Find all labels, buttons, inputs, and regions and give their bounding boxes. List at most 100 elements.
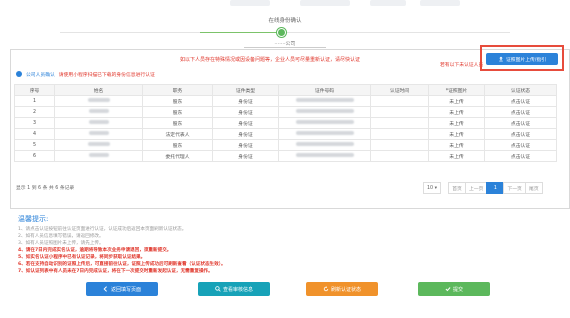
cell-id-number-redacted <box>278 117 371 129</box>
tip-line: 2、如有人员信息填写错误，请返回修改。 <box>18 234 104 239</box>
table-row: 3 股东 身份证 未上传 点击认证 <box>14 117 557 129</box>
cell-id-number-redacted <box>278 95 371 107</box>
cell-status-link[interactable]: 点击认证 <box>484 139 557 151</box>
cell-id-type: 身份证 <box>212 95 279 107</box>
current-page-button[interactable]: 1 <box>486 182 505 194</box>
first-page-button[interactable]: 首页 <box>448 182 467 194</box>
cell-no: 2 <box>14 106 55 118</box>
company-name: ·······公司 <box>244 40 326 48</box>
cell-name-redacted <box>54 95 143 107</box>
page-size-value: 10 <box>427 185 434 191</box>
pager-info: 显示 1 到 6 条 共 6 条记录 <box>16 186 75 191</box>
table-row: 4 法定代表人 身份证 未上传 点击认证 <box>14 128 557 140</box>
cell-no: 4 <box>14 128 55 140</box>
cell-role: 股东 <box>142 139 213 151</box>
upload-icon <box>499 56 503 62</box>
faded-header-block <box>230 0 270 6</box>
cell-id-number-redacted <box>278 139 371 151</box>
table-row: 1 股东 身份证 未上传 点击认证 <box>14 95 557 107</box>
search-icon <box>215 286 221 292</box>
step-progress-bar: 在线身份确认 <box>0 0 570 40</box>
tip-line-important: 4、请在7日内完成实名认证，逾期将导致本次业务申请退回，须重新提交。 <box>18 248 172 253</box>
last-page-button[interactable]: 尾页 <box>524 182 543 194</box>
step-label: 在线身份确认 <box>268 18 302 24</box>
col-header-photo: *证照图片 <box>428 84 485 96</box>
cell-role: 法定代表人 <box>142 128 213 140</box>
cell-status-link[interactable]: 点击认证 <box>484 117 557 129</box>
cell-name-redacted <box>54 150 143 162</box>
page-size-select[interactable]: 10 ▾ <box>423 182 442 194</box>
cell-auth-time <box>370 139 429 151</box>
cell-id-type: 身份证 <box>212 106 279 118</box>
cell-id-type: 身份证 <box>212 117 279 129</box>
cell-no: 1 <box>14 95 55 107</box>
cell-name-redacted <box>54 106 143 118</box>
cell-no: 5 <box>14 139 55 151</box>
cell-photo: 未上传 <box>428 117 485 129</box>
upload-photo-button[interactable]: 证照图片上传/指引 <box>486 53 558 65</box>
back-to-edit-label: 返回填写页面 <box>110 286 141 293</box>
col-header-id-number: 证件号码 <box>278 84 371 96</box>
prev-page-button[interactable]: 上一页 <box>465 182 488 194</box>
view-review-label: 查看审核信息 <box>222 286 253 293</box>
cell-auth-time <box>370 95 429 107</box>
step-track-done <box>200 32 280 33</box>
tip-line: 1、请点击认证按钮前往认证页面进行认证，认证成功后返回本页面刷新认证状态。 <box>18 227 187 232</box>
cell-status-link[interactable]: 点击认证 <box>484 150 557 162</box>
cell-auth-time <box>370 106 429 118</box>
cell-status-link[interactable]: 点击认证 <box>484 95 557 107</box>
cell-id-type: 身份证 <box>212 150 279 162</box>
cell-photo: 未上传 <box>428 106 485 118</box>
tip-line-important: 7、如认证列表中有人员未在7日内完成认证，将在下一次提交时重新发起认证，无需重复… <box>18 269 213 274</box>
cell-status-link[interactable]: 点击认证 <box>484 106 557 118</box>
cell-id-type: 身份证 <box>212 128 279 140</box>
cell-no: 3 <box>14 117 55 129</box>
cell-role: 股东 <box>142 106 213 118</box>
legend-text: 公司人员确认 <box>26 72 55 78</box>
cell-role: 股东 <box>142 117 213 129</box>
upload-photo-label: 证照图片上传/指引 <box>506 57 546 63</box>
table-header-row: 序号 姓名 职务 证件类型 证件号码 认证时间 *证照图片 认证状态 <box>14 84 557 96</box>
cell-photo: 未上传 <box>428 150 485 162</box>
submit-button[interactable]: 提交 <box>418 282 490 296</box>
faded-header-block <box>370 0 406 6</box>
tips-section: 温馨提示: 1、请点击认证按钮前往认证页面进行认证，认证成功后返回本页面刷新认证… <box>18 214 538 275</box>
view-review-button[interactable]: 查看审核信息 <box>198 282 270 296</box>
cell-id-number-redacted <box>278 106 371 118</box>
cell-role: 股东 <box>142 95 213 107</box>
cell-photo: 未上传 <box>428 95 485 107</box>
cell-name-redacted <box>54 139 143 151</box>
user-icon <box>16 71 22 77</box>
col-header-name: 姓名 <box>54 84 143 96</box>
refresh-status-button[interactable]: 刷新认证状态 <box>306 282 378 296</box>
table-row: 2 股东 身份证 未上传 点击认证 <box>14 106 557 118</box>
person-table: 序号 姓名 职务 证件类型 证件号码 认证时间 *证照图片 认证状态 1 股东 … <box>14 84 557 162</box>
cell-name-redacted <box>54 117 143 129</box>
notice-main-text: 如以下人员存在特殊情况或因设备问题等，企业人员可尽量重新认证，请尽快认证 <box>180 57 361 63</box>
col-header-id-type: 证件类型 <box>212 84 279 96</box>
cell-id-type: 身份证 <box>212 139 279 151</box>
col-header-role: 职务 <box>142 84 213 96</box>
faded-header-block <box>420 0 460 6</box>
refresh-icon <box>323 286 329 292</box>
tip-line-important: 6、若在支持自动识别的证照上传后，可直接前往认证，证照上传成功后可刷新查看（认证… <box>18 262 226 267</box>
refresh-status-label: 刷新认证状态 <box>330 286 361 293</box>
cell-name-redacted <box>54 128 143 140</box>
faded-header-block <box>300 0 350 6</box>
cell-photo: 未上传 <box>428 139 485 151</box>
cell-photo: 未上传 <box>428 128 485 140</box>
col-header-status: 认证状态 <box>484 84 557 96</box>
next-page-button[interactable]: 下一页 <box>503 182 526 194</box>
cell-status-link[interactable]: 点击认证 <box>484 128 557 140</box>
cell-no: 6 <box>14 150 55 162</box>
tips-title: 温馨提示: <box>18 215 49 223</box>
legend-warning: 请使用小程序扫描已下载的身份信息进行认证 <box>58 72 155 78</box>
notice-right-text: 若有以下未认证人员 <box>440 63 484 68</box>
back-icon <box>103 286 107 292</box>
action-bar: 返回填写页面 查看审核信息 刷新认证状态 提交 <box>0 282 570 298</box>
back-to-edit-button[interactable]: 返回填写页面 <box>86 282 158 296</box>
current-step-dot <box>277 28 286 37</box>
tip-line: 3、如有人员证照图片未上传，请先上传。 <box>18 241 104 246</box>
legend-row: 公司人员确认 请使用小程序扫描已下载的身份信息进行认证 <box>16 70 316 78</box>
tip-line-important: 5、如实名认证小程序中已有认证记录，将同步获取认证结果。 <box>18 255 146 260</box>
